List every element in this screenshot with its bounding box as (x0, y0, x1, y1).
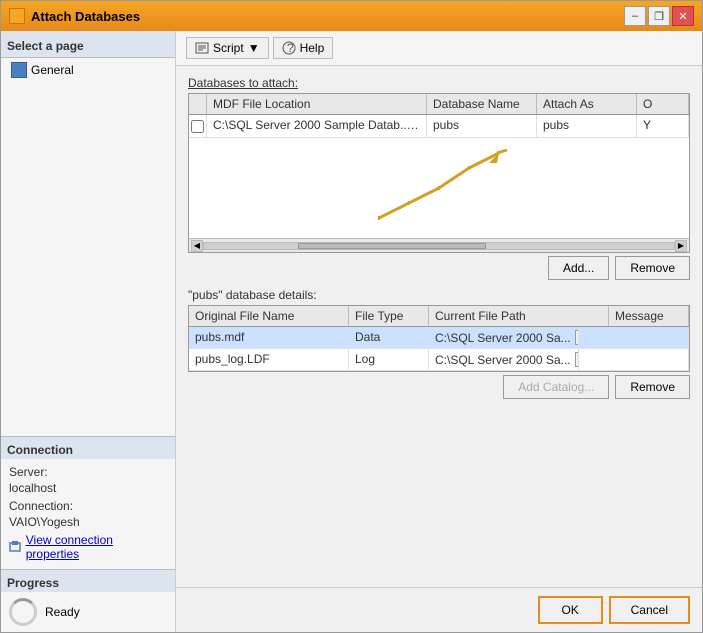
progress-header: Progress (1, 570, 175, 592)
title-bar-left: Attach Databases (9, 8, 140, 24)
script-dropdown-arrow: ▼ (248, 41, 260, 55)
restore-button[interactable]: ❐ (648, 6, 670, 26)
minimize-button[interactable]: – (624, 6, 646, 26)
table-row[interactable]: C:\SQL Server 2000 Sample Datab... ... p… (189, 115, 689, 138)
general-label: General (31, 63, 74, 77)
th-checkbox (189, 94, 207, 114)
details-file-type-2: Log (349, 349, 429, 370)
row-col5: Y (637, 115, 689, 137)
title-bar: Attach Databases – ❐ ✕ (1, 1, 702, 31)
scroll-left-button[interactable]: ◀ (191, 240, 203, 252)
th-original-file-name: Original File Name (189, 306, 349, 326)
connection-section: Connection Server: localhost Connection:… (1, 436, 175, 569)
details-file-name-2: pubs_log.LDF (189, 349, 349, 370)
details-section: "pubs" database details: Original File N… (188, 288, 690, 399)
row-attach-as: pubs (537, 115, 637, 137)
th-message: Message (609, 306, 689, 326)
connection-user-value: VAIO\Yogesh (9, 515, 167, 529)
chart-area (189, 138, 689, 238)
add-catalog-button[interactable]: Add Catalog... (503, 375, 609, 399)
scroll-thumb[interactable] (298, 243, 486, 249)
trend-chart (359, 148, 519, 228)
server-value: localhost (9, 481, 167, 495)
sidebar-item-general[interactable]: General (1, 58, 175, 82)
browse-mdf-button[interactable]: ... (413, 119, 427, 134)
help-button[interactable]: ? Help (273, 37, 334, 59)
connection-properties-icon (9, 540, 23, 554)
title-bar-controls: – ❐ ✕ (624, 6, 694, 26)
close-button[interactable]: ✕ (672, 6, 694, 26)
details-message-2 (579, 349, 689, 370)
ok-button[interactable]: OK (538, 596, 603, 624)
help-icon: ? (282, 41, 296, 55)
catalog-buttons: Add Catalog... Remove (188, 375, 690, 399)
databases-table-header: MDF File Location Database Name Attach A… (189, 94, 689, 115)
database-icon (9, 8, 25, 24)
script-button[interactable]: Script ▼ (186, 37, 269, 59)
row-mdf-location: C:\SQL Server 2000 Sample Datab... ... (207, 115, 427, 137)
remove-button[interactable]: Remove (615, 256, 690, 280)
add-button[interactable]: Add... (548, 256, 609, 280)
script-label: Script (213, 41, 244, 55)
progress-content: Ready (1, 592, 175, 632)
connection-user-label: Connection: (9, 499, 167, 513)
th-mdf-location: MDF File Location (207, 94, 427, 114)
details-row-2[interactable]: pubs_log.LDF Log C:\SQL Server 2000 Sa..… (189, 349, 689, 371)
progress-section: Progress Ready (1, 569, 175, 632)
bottom-buttons: OK Cancel (176, 587, 702, 632)
select-page-section: Select a page (1, 31, 175, 58)
svg-text:?: ? (287, 41, 294, 55)
ready-label: Ready (45, 605, 80, 619)
databases-label: Databases to attach: (188, 76, 690, 90)
details-message-1 (579, 327, 689, 348)
server-label: Server: (9, 465, 167, 479)
th-attach-as: Attach As (537, 94, 637, 114)
details-row-1[interactable]: pubs.mdf Data C:\SQL Server 2000 Sa... .… (189, 327, 689, 349)
row-checkbox-input[interactable] (191, 120, 204, 133)
details-file-name-1: pubs.mdf (189, 327, 349, 348)
connection-content: Server: localhost Connection: VAIO\Yoges… (1, 459, 175, 569)
help-label: Help (300, 41, 325, 55)
remove-catalog-button[interactable]: Remove (615, 375, 690, 399)
horizontal-scrollbar[interactable]: ◀ ▶ (189, 238, 689, 252)
progress-spinner (9, 598, 37, 626)
select-page-label: Select a page (7, 39, 84, 53)
th-current-file-path: Current File Path (429, 306, 609, 326)
row-database-name: pubs (427, 115, 537, 137)
main-window: Attach Databases – ❐ ✕ Select a page Gen… (0, 0, 703, 633)
sidebar: Select a page General Connection Server:… (1, 31, 176, 632)
databases-table-container: MDF File Location Database Name Attach A… (188, 93, 690, 253)
details-file-path-1: C:\SQL Server 2000 Sa... ... (429, 327, 579, 348)
general-icon (11, 62, 27, 78)
add-remove-buttons: Add... Remove (188, 256, 690, 280)
scroll-right-button[interactable]: ▶ (675, 240, 687, 252)
details-label: "pubs" database details: (188, 288, 690, 302)
view-connection-link[interactable]: View connection properties (9, 533, 167, 561)
window-title: Attach Databases (31, 9, 140, 24)
cancel-button[interactable]: Cancel (609, 596, 690, 624)
content-area: Databases to attach: MDF File Location D… (176, 66, 702, 587)
details-file-path-2: C:\SQL Server 2000 Sa... ... (429, 349, 579, 370)
row-checkbox[interactable] (189, 115, 207, 137)
scroll-track[interactable] (203, 242, 675, 250)
script-icon (195, 41, 209, 55)
details-table-header: Original File Name File Type Current Fil… (189, 306, 689, 327)
details-file-type-1: Data (349, 327, 429, 348)
toolbar: Script ▼ ? Help (176, 31, 702, 66)
th-database-name: Database Name (427, 94, 537, 114)
main-content: Script ▼ ? Help Databases to attach: (176, 31, 702, 632)
th-file-type: File Type (349, 306, 429, 326)
details-table-container: Original File Name File Type Current Fil… (188, 305, 690, 372)
connection-header: Connection (1, 437, 175, 459)
databases-to-attach-section: Databases to attach: MDF File Location D… (188, 76, 690, 280)
window-body: Select a page General Connection Server:… (1, 31, 702, 632)
th-col5: O (637, 94, 689, 114)
